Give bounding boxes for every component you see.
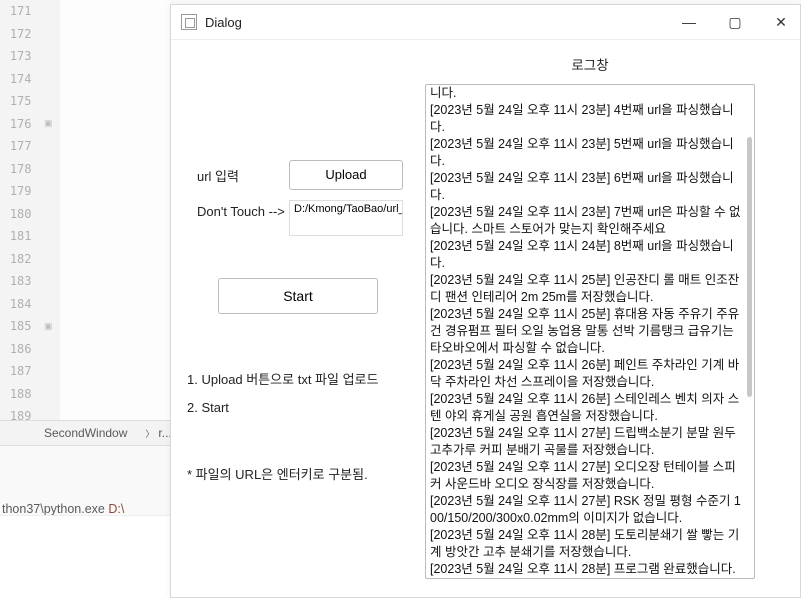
note-text: * 파일의 URL은 엔터키로 구분됨. — [179, 464, 417, 483]
editor-tab-bar[interactable]: SecondWindow 〉 r... — [0, 420, 170, 446]
dialog-left-column: url 입력 Upload Don't Touch --> D:/Kmong/T… — [171, 40, 425, 597]
editor-background: 171172173174175176▣177178179180181182183… — [0, 0, 170, 420]
instructions: 1. Upload 버튼으로 txt 파일 업로드 2. Start — [179, 366, 417, 422]
gutter-line: 174 — [0, 68, 55, 91]
dialog-window: Dialog — ▢ ✕ url 입력 Upload Don't Touch -… — [170, 4, 801, 598]
chevron-right-icon: 〉 — [145, 427, 154, 440]
log-text: 니다.[2023년 5월 24일 오후 11시 23분] 4번째 url을 파싱… — [426, 85, 754, 578]
log-line: 니다. — [430, 85, 744, 102]
log-line: [2023년 5월 24일 오후 11시 27분] RSK 정밀 평형 수준기 … — [430, 493, 744, 527]
gutter-line: 182 — [0, 248, 55, 271]
gutter-line: 172 — [0, 23, 55, 46]
gutter-line: 171 — [0, 0, 55, 23]
log-box[interactable]: 니다.[2023년 5월 24일 오후 11시 23분] 4번째 url을 파싱… — [425, 84, 755, 579]
start-button[interactable]: Start — [218, 278, 378, 314]
url-label: url 입력 — [179, 166, 289, 185]
close-button[interactable]: ✕ — [772, 14, 790, 31]
editor-tab[interactable]: SecondWindow — [44, 426, 127, 440]
log-line: [2023년 5월 24일 오후 11시 28분] 프로그램 완료했습니다. — [430, 561, 744, 578]
editor-code-area[interactable] — [60, 0, 170, 420]
gutter-line: 188 — [0, 383, 55, 406]
gutter-line: 183 — [0, 270, 55, 293]
minimize-button[interactable]: — — [680, 14, 698, 30]
upload-button[interactable]: Upload — [289, 160, 403, 190]
dont-touch-label: Don't Touch --> — [179, 200, 289, 219]
log-line: [2023년 5월 24일 오후 11시 25분] 인공잔디 롤 매트 인조잔디… — [430, 272, 744, 306]
gutter-line: 184 — [0, 293, 55, 316]
dialog-right-column: 로그창 니다.[2023년 5월 24일 오후 11시 23분] 4번째 url… — [425, 40, 777, 597]
log-line: [2023년 5월 24일 오후 11시 26분] 페인트 주차라인 기계 바닥… — [430, 357, 744, 391]
log-line: [2023년 5월 24일 오후 11시 26분] 스테인레스 벤치 의자 스텐… — [430, 391, 744, 425]
gutter-line: 178 — [0, 158, 55, 181]
fold-icon[interactable]: ▣ — [42, 118, 56, 129]
terminal-panel[interactable]: thon37\python.exe D:\ : use driver.switc — [0, 455, 170, 515]
dialog-icon — [181, 14, 197, 30]
scrollbar-thumb[interactable] — [747, 137, 752, 397]
log-line: [2023년 5월 24일 오후 11시 23분] 7번째 url은 파싱할 수… — [430, 204, 744, 238]
log-line: [2023년 5월 24일 오후 11시 23분] 4번째 url을 파싱했습니… — [430, 102, 744, 136]
log-title: 로그창 — [425, 40, 755, 84]
gutter-line: 175 — [0, 90, 55, 113]
editor-bottom-fill — [0, 515, 170, 598]
titlebar[interactable]: Dialog — ▢ ✕ — [171, 5, 800, 40]
log-line: [2023년 5월 24일 오후 11시 23분] 5번째 url을 파싱했습니… — [430, 136, 744, 170]
log-line: [2023년 5월 24일 오후 11시 28분] 도토리분쇄기 쌀 빻는 기계… — [430, 527, 744, 561]
log-line: [2023년 5월 24일 오후 11시 23분] 6번째 url을 파싱했습니… — [430, 170, 744, 204]
gutter-line: 187 — [0, 360, 55, 383]
log-line: [2023년 5월 24일 오후 11시 27분] 드립백소분기 분말 원두 고… — [430, 425, 744, 459]
terminal-line: thon37\python.exe D:\ — [2, 499, 168, 515]
gutter-line: 179 — [0, 180, 55, 203]
gutter-line: 185▣ — [0, 315, 55, 338]
gutter-line: 173 — [0, 45, 55, 68]
fold-icon[interactable]: ▣ — [42, 321, 56, 332]
path-display[interactable]: D:/Kmong/TaoBao/url_test.txt — [289, 200, 403, 236]
maximize-button[interactable]: ▢ — [726, 14, 744, 31]
gutter-line: 186 — [0, 338, 55, 361]
gutter-line: 177 — [0, 135, 55, 158]
log-line: [2023년 5월 24일 오후 11시 27분] 오디오장 턴테이블 스피커 … — [430, 459, 744, 493]
gutter-line: 181 — [0, 225, 55, 248]
editor-gutter: 171172173174175176▣177178179180181182183… — [0, 0, 60, 428]
log-line: [2023년 5월 24일 오후 11시 24분] 8번째 url을 파싱했습니… — [430, 238, 744, 272]
gutter-line: 180 — [0, 203, 55, 226]
log-line: [2023년 5월 24일 오후 11시 25분] 휴대용 자동 주유기 주유건… — [430, 306, 744, 357]
gutter-line: 176▣ — [0, 113, 55, 136]
dialog-title: Dialog — [205, 15, 242, 30]
